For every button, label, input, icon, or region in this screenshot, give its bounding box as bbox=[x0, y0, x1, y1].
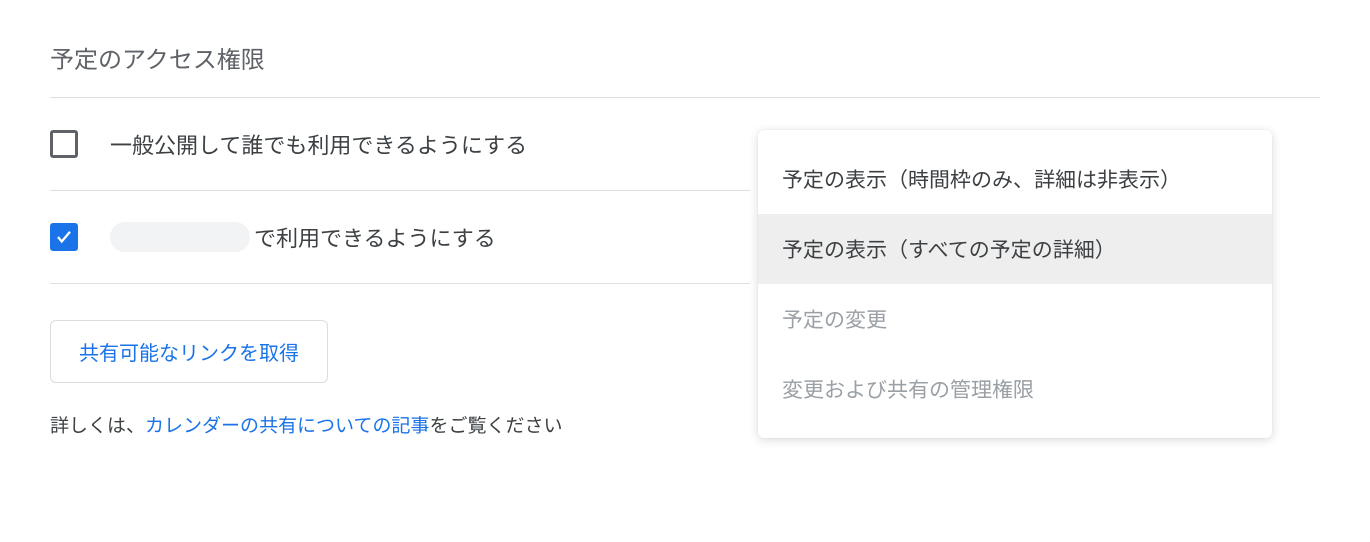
help-suffix: をご覧ください bbox=[429, 411, 562, 438]
check-icon bbox=[55, 228, 73, 246]
dropdown-item-change: 予定の変更 bbox=[758, 284, 1272, 354]
option-row-public: 一般公開して誰でも利用できるようにする bbox=[50, 98, 750, 191]
option-label-public: 一般公開して誰でも利用できるようにする bbox=[110, 128, 527, 160]
dropdown-item-manage: 変更および共有の管理権限 bbox=[758, 354, 1272, 424]
get-shareable-link-button[interactable]: 共有可能なリンクを取得 bbox=[50, 320, 328, 383]
option-label-org: で利用できるようにする bbox=[110, 221, 496, 253]
dropdown-item-alldetails[interactable]: 予定の表示（すべての予定の詳細） bbox=[758, 214, 1272, 284]
section-title: 予定のアクセス権限 bbox=[50, 40, 1320, 75]
help-link[interactable]: カレンダーの共有についての記事 bbox=[145, 411, 429, 438]
help-prefix: 詳しくは、 bbox=[50, 411, 145, 438]
dropdown-item-timeonly[interactable]: 予定の表示（時間枠のみ、詳細は非表示） bbox=[758, 144, 1272, 214]
checkbox-public[interactable] bbox=[50, 130, 78, 158]
redacted-org-name bbox=[110, 222, 250, 252]
option-row-org: で利用できるようにする bbox=[50, 191, 750, 284]
checkbox-org[interactable] bbox=[50, 223, 78, 251]
option-label-org-suffix: で利用できるようにする bbox=[254, 221, 496, 253]
permission-dropdown: 予定の表示（時間枠のみ、詳細は非表示） 予定の表示（すべての予定の詳細） 予定の… bbox=[758, 130, 1272, 438]
